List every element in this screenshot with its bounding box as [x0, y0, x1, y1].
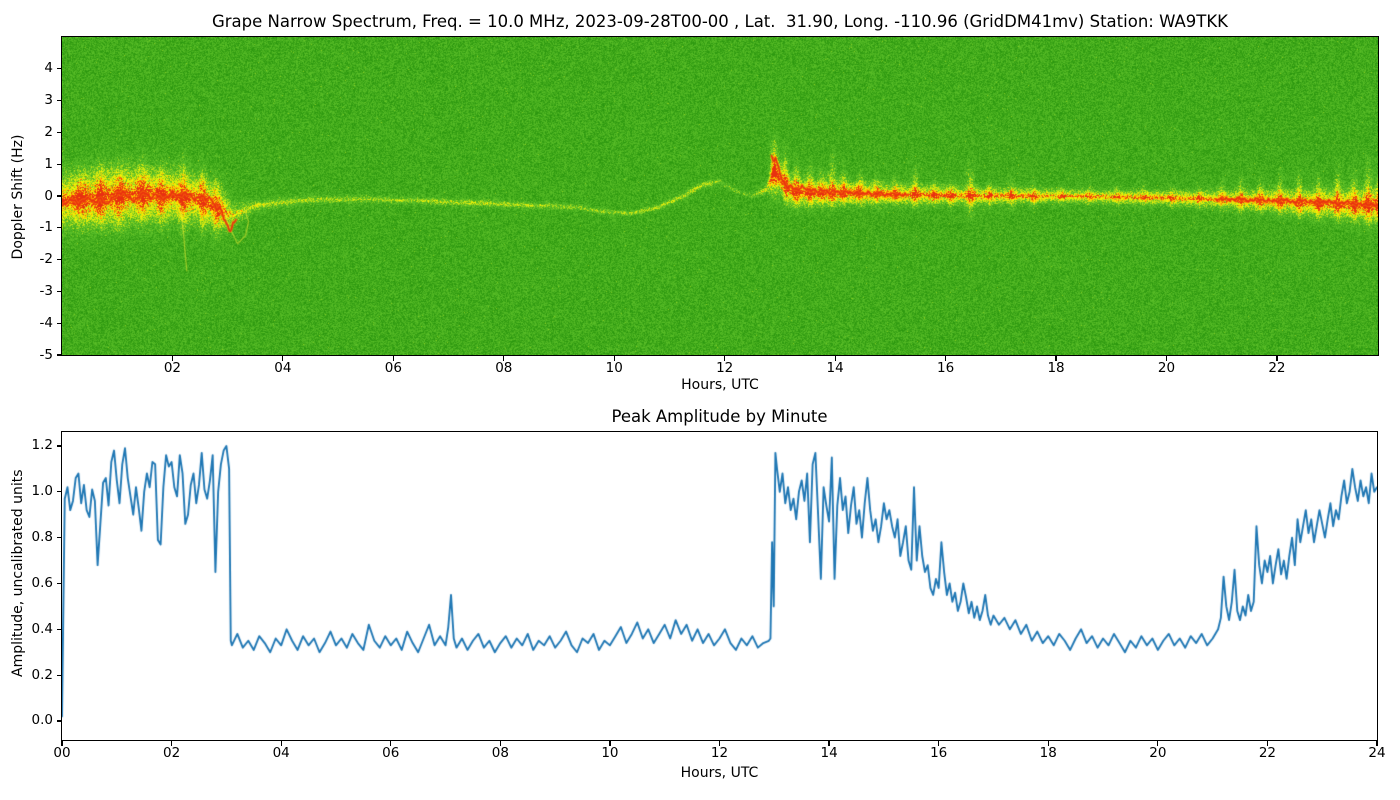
amp-ytick-label-0.0: 0.0 — [0, 713, 53, 728]
tick-mark — [281, 741, 282, 746]
spec-xtick-label-14: 14 — [813, 361, 857, 376]
amp-ytick-label-1.2: 1.2 — [0, 438, 53, 453]
tick-mark — [57, 629, 62, 630]
spec-xtick-label-08: 08 — [482, 361, 526, 376]
spec-xtick-label-02: 02 — [150, 361, 194, 376]
tick-mark — [945, 356, 946, 361]
amp-xtick-label-02: 02 — [150, 746, 194, 761]
tick-mark — [57, 583, 62, 584]
spec-xtick-label-10: 10 — [592, 361, 636, 376]
tick-mark — [57, 132, 62, 133]
tick-mark — [57, 537, 62, 538]
amp-xtick-label-14: 14 — [807, 746, 851, 761]
spec-ytick-label--2: -2 — [0, 252, 53, 267]
tick-mark — [57, 164, 62, 165]
tick-mark — [171, 741, 172, 746]
tick-mark — [282, 356, 283, 361]
tick-mark — [1276, 356, 1277, 361]
spec-xtick-label-20: 20 — [1144, 361, 1188, 376]
spectrogram-plot-area — [61, 36, 1379, 356]
spec-xtick-label-16: 16 — [924, 361, 968, 376]
tick-mark — [835, 356, 836, 361]
tick-mark — [57, 227, 62, 228]
figure-area: Grape Narrow Spectrum, Freq. = 10.0 MHz,… — [0, 0, 1400, 800]
spec-ytick-label-4: 4 — [0, 61, 53, 76]
spectrogram-image — [62, 37, 1378, 355]
tick-mark — [609, 741, 610, 746]
tick-mark — [57, 259, 62, 260]
amplitude-title: Peak Amplitude by Minute — [62, 407, 1377, 426]
spec-ytick-label--3: -3 — [0, 284, 53, 299]
tick-mark — [1055, 356, 1056, 361]
tick-mark — [500, 741, 501, 746]
spec-xtick-label-06: 06 — [371, 361, 415, 376]
amp-xtick-label-06: 06 — [369, 746, 413, 761]
amp-ytick-label-0.6: 0.6 — [0, 576, 53, 591]
tick-mark — [390, 741, 391, 746]
spec-ytick-label--1: -1 — [0, 220, 53, 235]
spec-xtick-label-12: 12 — [703, 361, 747, 376]
amp-ytick-label-0.8: 0.8 — [0, 530, 53, 545]
amp-xtick-label-20: 20 — [1136, 746, 1180, 761]
tick-mark — [61, 741, 62, 746]
amplitude-x-axis-label: Hours, UTC — [62, 765, 1377, 781]
tick-mark — [57, 100, 62, 101]
tick-mark — [57, 720, 62, 721]
tick-mark — [57, 195, 62, 196]
tick-mark — [57, 491, 62, 492]
amp-xtick-label-16: 16 — [917, 746, 961, 761]
tick-mark — [828, 741, 829, 746]
amp-xtick-label-04: 04 — [259, 746, 303, 761]
amp-xtick-label-08: 08 — [478, 746, 522, 761]
tick-mark — [57, 68, 62, 69]
amp-ytick-label-0.4: 0.4 — [0, 622, 53, 637]
amp-xtick-label-12: 12 — [698, 746, 742, 761]
spec-xtick-label-04: 04 — [261, 361, 305, 376]
tick-mark — [393, 356, 394, 361]
tick-mark — [57, 354, 62, 355]
tick-mark — [1376, 741, 1377, 746]
tick-mark — [1048, 741, 1049, 746]
spec-ytick-label--4: -4 — [0, 316, 53, 331]
spec-ytick-label--5: -5 — [0, 348, 53, 363]
amp-xtick-label-18: 18 — [1026, 746, 1070, 761]
tick-mark — [1267, 741, 1268, 746]
tick-mark — [503, 356, 504, 361]
tick-mark — [1157, 741, 1158, 746]
tick-mark — [172, 356, 173, 361]
spectrogram-x-axis-label: Hours, UTC — [62, 377, 1378, 393]
amp-xtick-label-00: 00 — [40, 746, 84, 761]
tick-mark — [57, 445, 62, 446]
spec-xtick-label-22: 22 — [1255, 361, 1299, 376]
tick-mark — [57, 675, 62, 676]
tick-mark — [1166, 356, 1167, 361]
tick-mark — [57, 291, 62, 292]
tick-mark — [57, 323, 62, 324]
spec-ytick-label-0: 0 — [0, 189, 53, 204]
amp-xtick-label-24: 24 — [1355, 746, 1399, 761]
tick-mark — [719, 741, 720, 746]
tick-mark — [614, 356, 615, 361]
spec-ytick-label-3: 3 — [0, 93, 53, 108]
spec-xtick-label-18: 18 — [1034, 361, 1078, 376]
amplitude-line-chart — [62, 432, 1377, 740]
amp-xtick-label-10: 10 — [588, 746, 632, 761]
tick-mark — [938, 741, 939, 746]
amplitude-plot-area — [61, 431, 1378, 741]
amp-xtick-label-22: 22 — [1245, 746, 1289, 761]
tick-mark — [724, 356, 725, 361]
spectrogram-title: Grape Narrow Spectrum, Freq. = 10.0 MHz,… — [62, 12, 1378, 31]
spec-ytick-label-2: 2 — [0, 125, 53, 140]
amp-ytick-label-1.0: 1.0 — [0, 484, 53, 499]
spec-ytick-label-1: 1 — [0, 157, 53, 172]
amp-ytick-label-0.2: 0.2 — [0, 668, 53, 683]
